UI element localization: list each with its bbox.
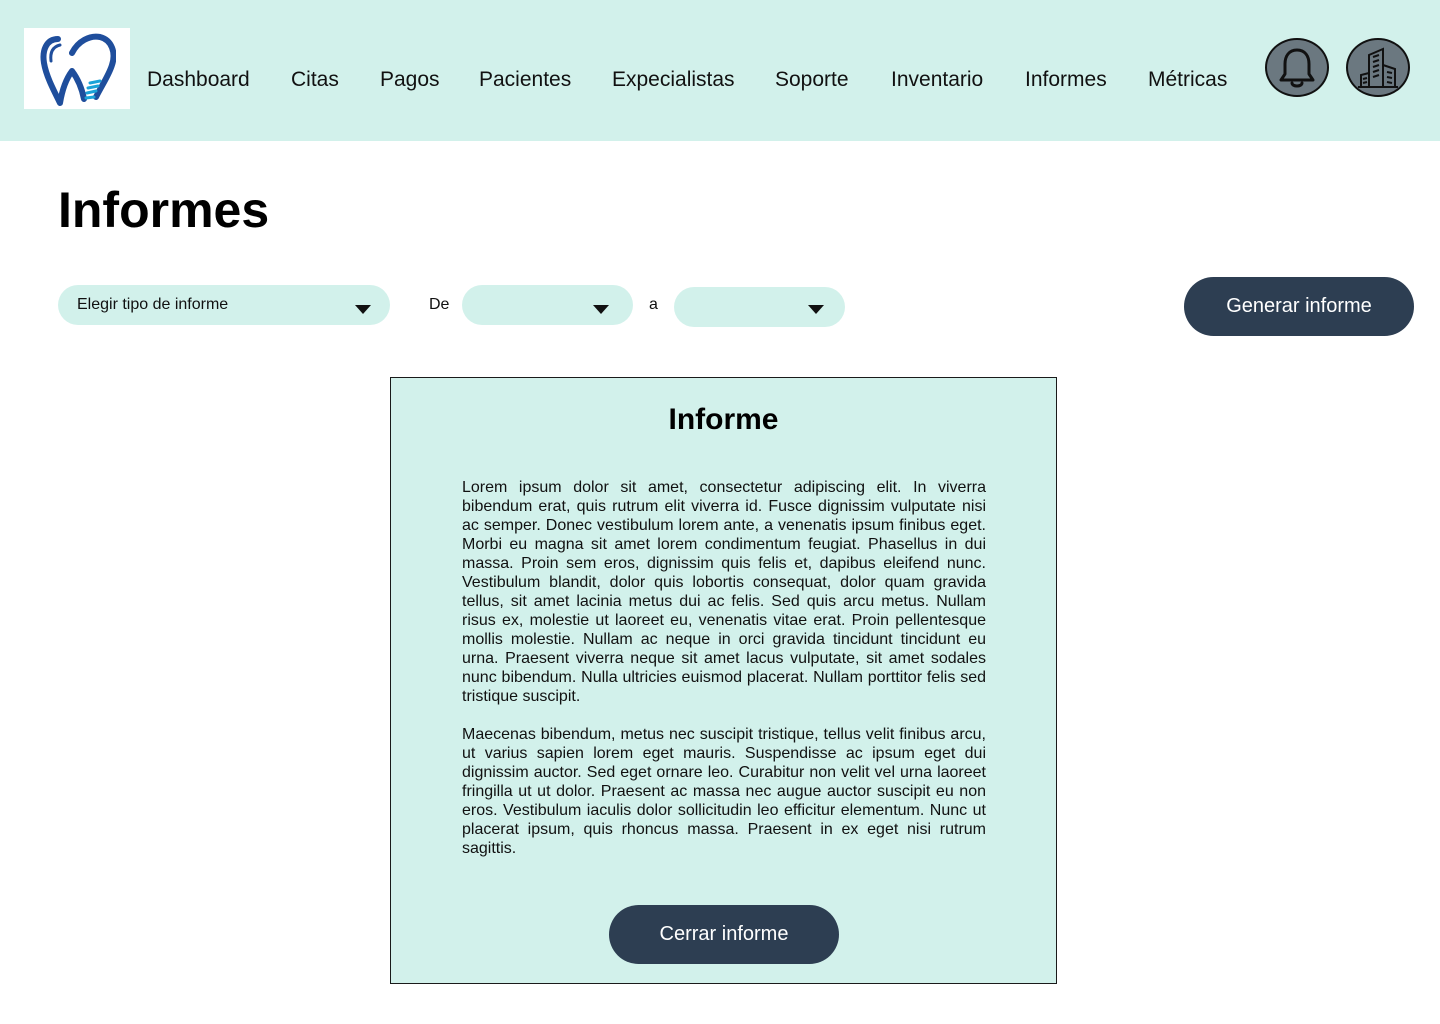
generate-report-button[interactable]: Generar informe [1184, 277, 1414, 336]
nav-informes[interactable]: Informes [1025, 66, 1107, 94]
report-panel: Informe Lorem ipsum dolor sit amet, cons… [390, 377, 1057, 984]
report-paragraph: Maecenas bibendum, metus nec suscipit tr… [462, 726, 986, 857]
nav-metricas[interactable]: Métricas [1148, 66, 1227, 94]
bell-icon [1279, 48, 1315, 87]
buildings-icon [1358, 46, 1398, 88]
clinic-button[interactable] [1346, 38, 1410, 97]
chevron-down-icon [593, 305, 609, 314]
tooth-logo-icon[interactable] [24, 28, 130, 109]
report-title: Informe [668, 403, 779, 436]
report-type-value: Elegir tipo de informe [77, 296, 229, 313]
nav-dashboard[interactable]: Dashboard [147, 66, 250, 94]
report-paragraph: Lorem ipsum dolor sit amet, consectetur … [462, 479, 986, 705]
nav-especialistas[interactable]: Expecialistas [612, 66, 735, 94]
top-navbar: Dashboard Citas Pagos Pacientes Expecial… [0, 0, 1440, 141]
chevron-down-icon [808, 305, 824, 314]
close-report-button[interactable]: Cerrar informe [609, 905, 839, 964]
page-title: Informes [58, 182, 270, 238]
report-type-select[interactable]: Elegir tipo de informe [58, 285, 390, 325]
report-body: Lorem ipsum dolor sit amet, consectetur … [462, 478, 986, 877]
nav-inventario[interactable]: Inventario [891, 66, 983, 94]
nav-pagos[interactable]: Pagos [380, 66, 440, 94]
to-date-select[interactable] [674, 287, 845, 327]
from-date-select[interactable] [462, 285, 633, 325]
nav-citas[interactable]: Citas [291, 66, 339, 94]
nav-pacientes[interactable]: Pacientes [479, 66, 571, 94]
chevron-down-icon [355, 305, 371, 314]
to-label: a [649, 296, 658, 313]
from-label: De [429, 296, 450, 313]
notifications-button[interactable] [1265, 38, 1329, 97]
nav-soporte[interactable]: Soporte [775, 66, 849, 94]
